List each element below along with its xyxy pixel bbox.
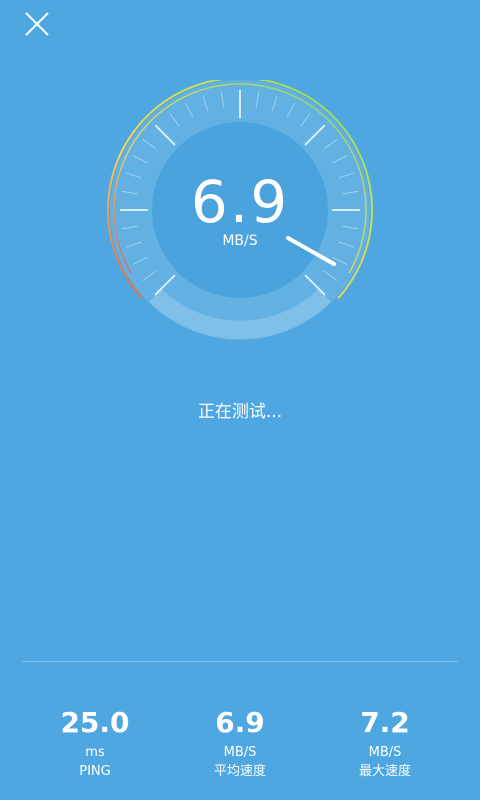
stat-value: 25.0 (60, 706, 130, 739)
stat-label: 平均速度 (213, 764, 266, 779)
stat-average-speed: 6.9 MB/S 平均速度 (160, 704, 320, 782)
stat-label: 最大速度 (358, 764, 411, 779)
speed-unit: MB/S (222, 233, 258, 249)
close-button[interactable] (18, 6, 54, 42)
stat-value: 7.2 (360, 706, 410, 739)
divider (22, 661, 458, 662)
stat-max-speed: 7.2 MB/S 最大速度 (305, 704, 465, 782)
status-text: 正在测试... (197, 402, 283, 422)
stat-unit: MB/S (368, 745, 402, 760)
stat-label: PING (79, 764, 111, 779)
stat-ping: 25.0 ms PING (15, 704, 175, 782)
stat-unit: MB/S (223, 745, 257, 760)
stat-unit: ms (85, 745, 105, 760)
stats-row: 25.0 ms PING 6.9 MB/S 平均速度 7.2 MB/S 最大速度 (0, 704, 480, 794)
speed-value: 6.9 (190, 168, 290, 236)
stat-value: 6.9 (215, 706, 265, 739)
close-icon (25, 12, 49, 36)
